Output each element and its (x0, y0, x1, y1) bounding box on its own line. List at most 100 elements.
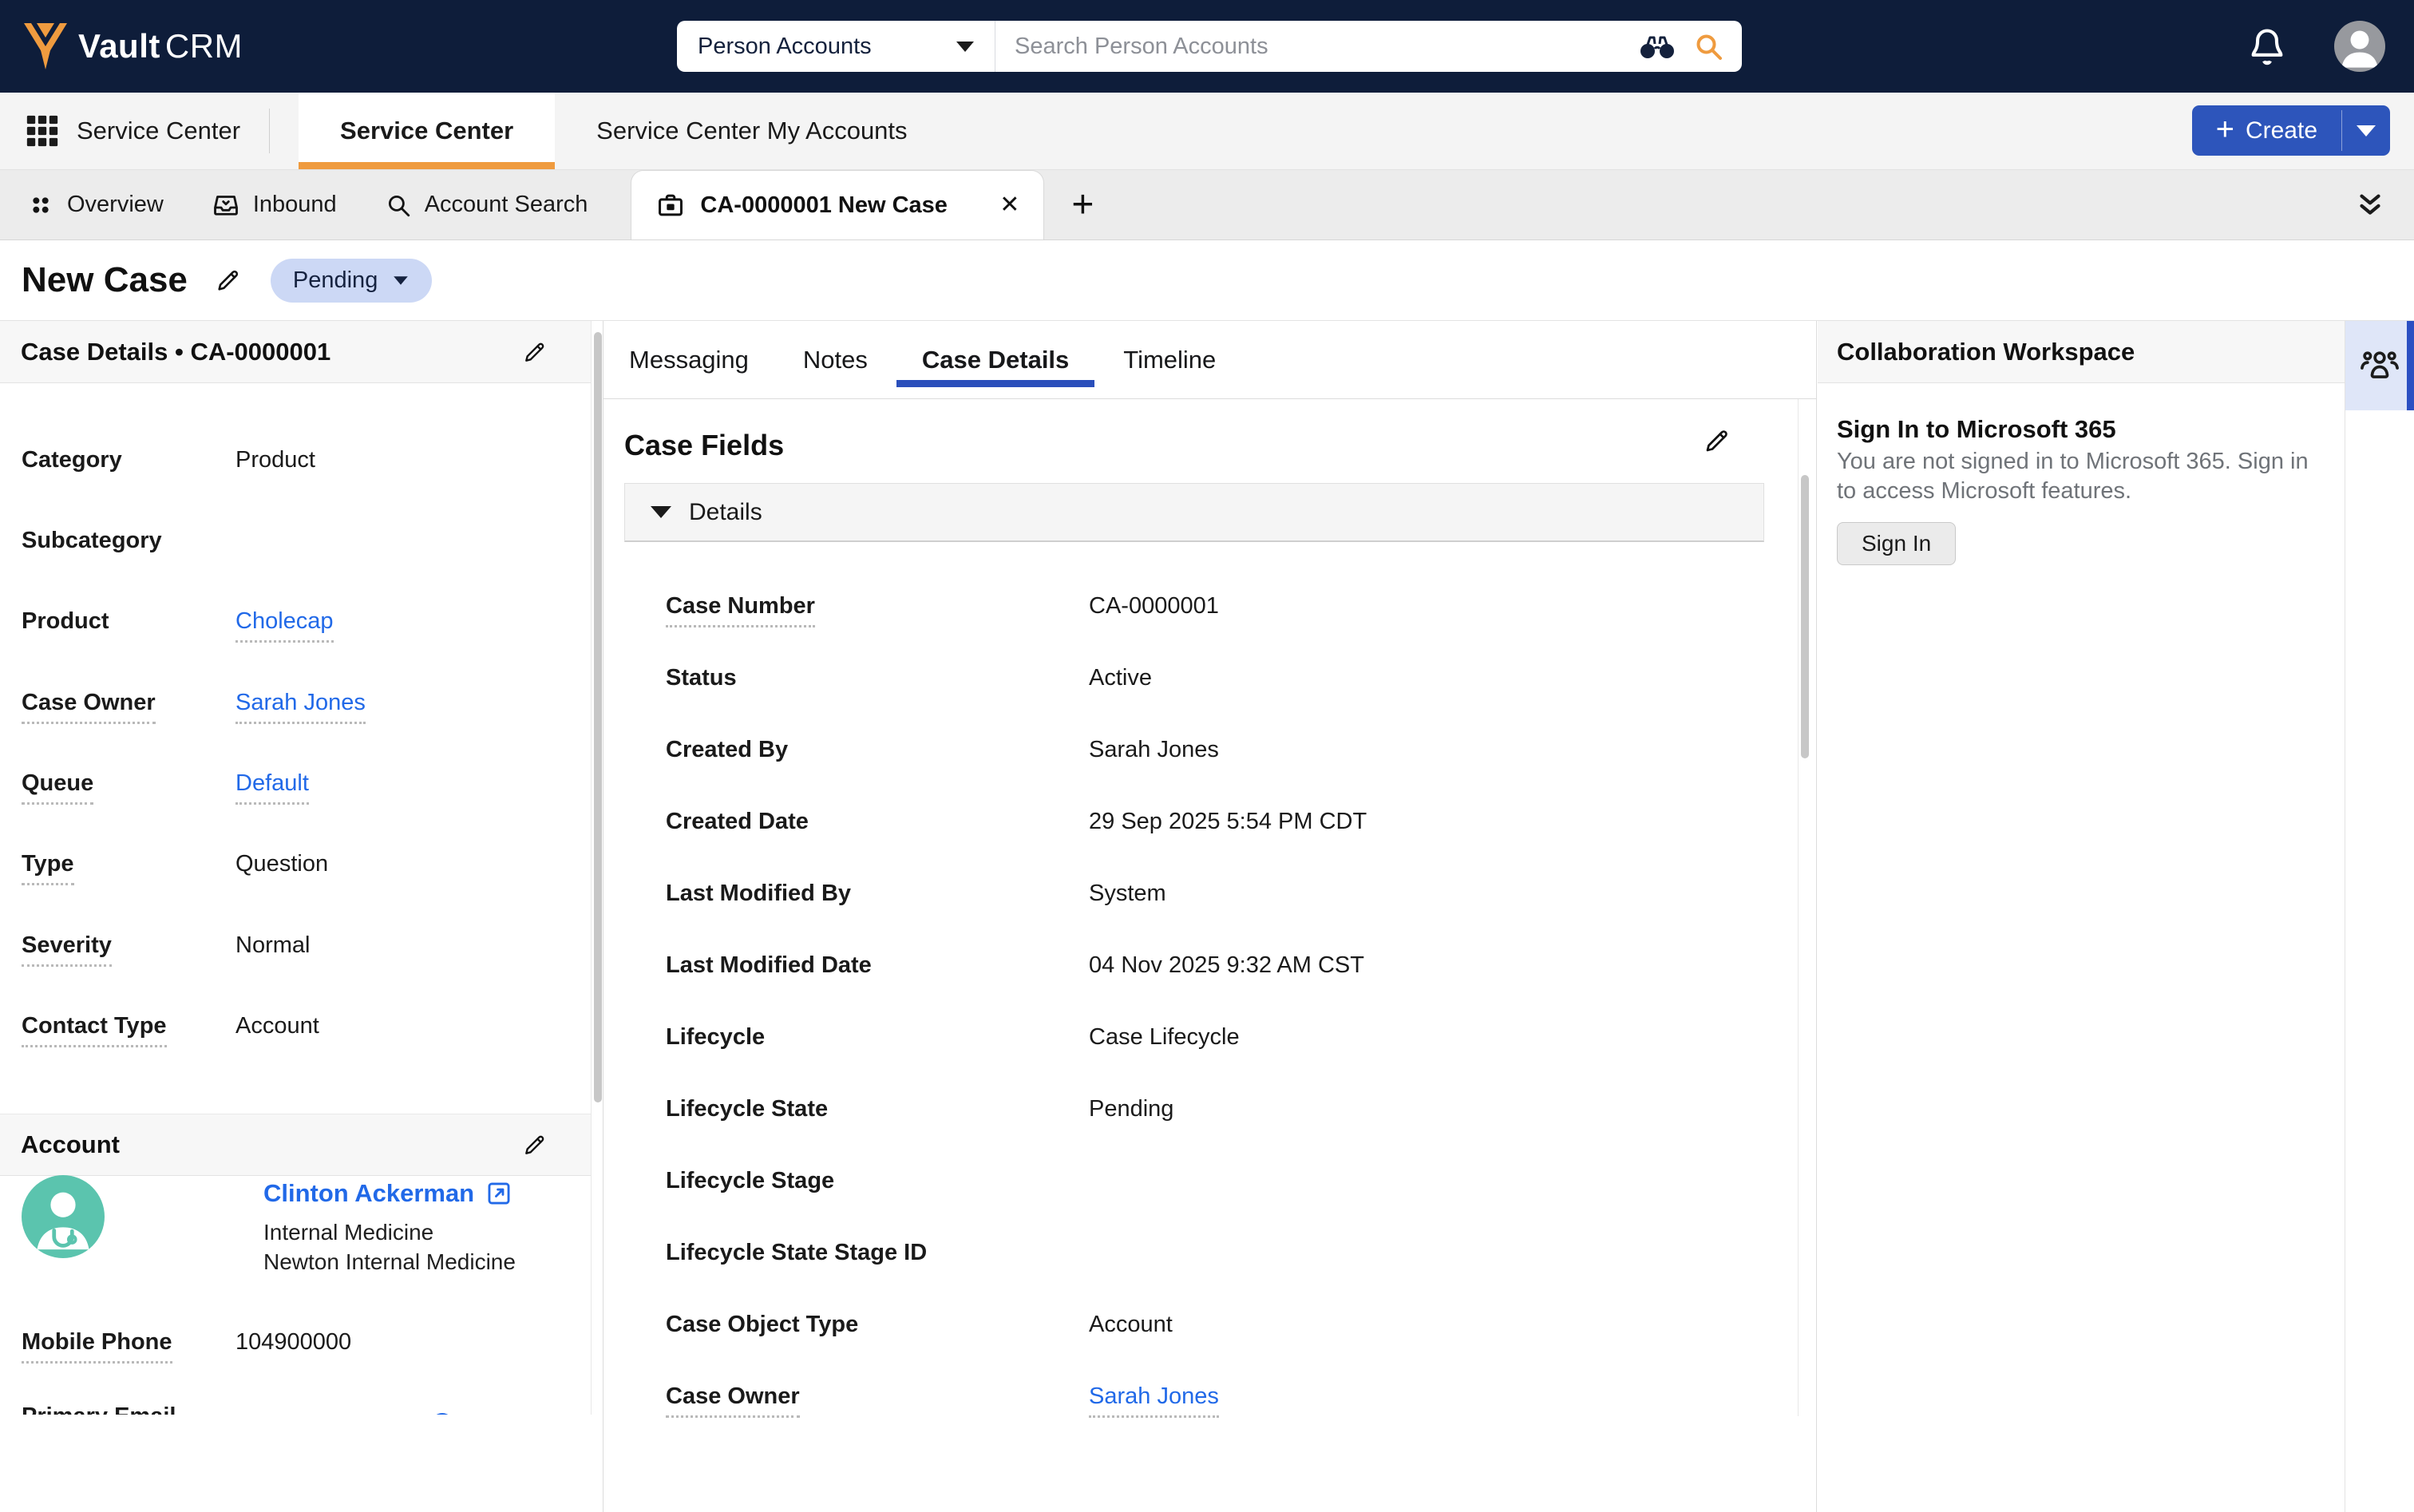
field-label: Case Number (666, 593, 815, 627)
product-link[interactable]: Cholecap (235, 608, 334, 643)
user-avatar[interactable] (2334, 21, 2385, 72)
field-label: Lifecycle (666, 1024, 766, 1050)
binoculars-icon[interactable] (1640, 33, 1675, 60)
search-input[interactable] (995, 33, 1640, 60)
scrollbar-thumb[interactable] (594, 332, 602, 1102)
tab-inbound[interactable]: Inbound (188, 170, 361, 239)
collapse-tabs-button[interactable] (2353, 170, 2414, 239)
edit-case-details-button[interactable] (522, 339, 548, 365)
chevron-down-icon (956, 41, 974, 52)
field-value: System (1089, 881, 1166, 906)
content-area: Case Details • CA-0000001 Category Produ… (0, 321, 2414, 1512)
workspace-tab-strip: Overview Inbound Account Search CA-00000… (0, 170, 2414, 240)
field-value: Account (1089, 1312, 1173, 1337)
clipped-link-fragment (431, 1413, 453, 1415)
field-label: Product (22, 608, 109, 634)
queue-link[interactable]: Default (235, 770, 309, 805)
case-tab-label: CA-0000001 New Case (700, 192, 948, 218)
vault-crm-screen: Vault CRM Person Accounts Search Person … (0, 0, 2414, 1512)
account-avatar (22, 1175, 105, 1258)
collaboration-workspace-title: Collaboration Workspace (1837, 337, 2135, 366)
details-accordion-header[interactable]: Details (624, 483, 1764, 542)
search-icon (388, 195, 410, 216)
scrollbar-thumb[interactable] (1801, 475, 1809, 758)
field-label: Case Owner (666, 1383, 800, 1418)
field-value: Sarah Jones (1089, 737, 1219, 762)
field-value: Case Lifecycle (1089, 1024, 1240, 1050)
field-value: CA-0000001 (1089, 593, 1219, 619)
create-split-button: + Create (2191, 105, 2390, 156)
field-label: Case Object Type (666, 1312, 859, 1337)
app-launcher[interactable]: Service Center (0, 93, 269, 169)
notifications-bell-icon[interactable] (2246, 26, 2288, 67)
sign-in-button[interactable]: Sign In (1837, 522, 1957, 565)
double-chevron-down-icon (2360, 194, 2380, 215)
tab-overview[interactable]: Overview (0, 170, 188, 239)
account-section-title: Account (21, 1130, 120, 1158)
case-page-header: New Case Pending (0, 240, 2414, 321)
app-label: Service Center (77, 117, 241, 144)
field-value: 29 Sep 2025 5:54 PM CDT (1089, 809, 1367, 834)
create-button[interactable]: + Create (2192, 105, 2341, 156)
close-icon[interactable]: ✕ (999, 193, 1019, 217)
tab-case-ca-0000001[interactable]: CA-0000001 New Case ✕ (631, 170, 1045, 239)
field-label: Type (22, 851, 74, 885)
case-details-panel-header: Case Details • CA-0000001 (0, 321, 591, 383)
create-dropdown-button[interactable] (2342, 105, 2390, 156)
app-tab-service-center-my-accounts[interactable]: Service Center My Accounts (555, 93, 948, 169)
field-label: Primary Email (22, 1403, 176, 1415)
field-value: Account (235, 1013, 319, 1039)
case-owner-link[interactable]: Sarah Jones (235, 690, 366, 724)
account-name: Clinton Ackerman (263, 1179, 475, 1207)
field-value: Pending (1089, 1096, 1174, 1122)
tab-account-search[interactable]: Account Search (361, 170, 612, 239)
field-label: Queue (22, 770, 94, 805)
edit-case-fields-button[interactable] (1703, 426, 1731, 455)
center-panel-scrollbar (1798, 399, 1810, 1416)
app-tab-service-center[interactable]: Service Center (299, 93, 556, 169)
field-label: Mobile Phone (22, 1329, 172, 1364)
people-icon (2361, 351, 2399, 378)
collaboration-rail-button[interactable] (2345, 321, 2414, 410)
top-navigation-bar: Vault CRM Person Accounts (0, 0, 2414, 93)
case-main-panel: Messaging Notes Case Details Timeline Ca… (604, 321, 1817, 1512)
account-specialty: Internal Medicine (263, 1220, 434, 1245)
tab-timeline[interactable]: Timeline (1118, 321, 1221, 398)
pencil-icon (525, 342, 544, 362)
brand-light: CRM (164, 27, 243, 65)
field-label: Subcategory (22, 528, 162, 553)
add-tab-button[interactable]: + (1044, 170, 1121, 239)
tab-notes[interactable]: Notes (798, 321, 873, 398)
vault-logo-icon (24, 23, 67, 69)
field-label: Contact Type (22, 1013, 167, 1047)
edit-account-button[interactable] (522, 1132, 548, 1158)
field-label: Last Modified Date (666, 952, 872, 978)
search-submit-icon[interactable] (1692, 30, 1724, 62)
plus-icon: + (2215, 111, 2234, 147)
overview-dots-icon (33, 196, 49, 213)
case-details-panel: Case Details • CA-0000001 Category Produ… (0, 321, 604, 1512)
status-badge-label: Pending (292, 267, 378, 293)
brand-bold: Vault (78, 27, 160, 65)
tab-messaging[interactable]: Messaging (624, 321, 754, 398)
case-owner-link[interactable]: Sarah Jones (1089, 1383, 1219, 1418)
tab-overview-label: Overview (67, 192, 164, 217)
field-value: Question (235, 851, 329, 877)
search-scope-select[interactable]: Person Accounts (677, 21, 995, 72)
chevron-down-icon (394, 275, 409, 285)
caret-down-icon (651, 506, 671, 518)
field-label: Category (22, 447, 122, 473)
waffle-grid-icon (26, 115, 58, 147)
field-label: Created Date (666, 809, 809, 834)
account-name-link[interactable]: Clinton Ackerman (263, 1179, 512, 1208)
status-badge[interactable]: Pending (270, 258, 433, 303)
account-section-header: Account (0, 1114, 591, 1176)
tab-case-details[interactable]: Case Details (896, 321, 1095, 398)
field-label: Last Modified By (666, 881, 852, 906)
briefcase-icon (659, 194, 683, 216)
case-details-panel-title: Case Details • CA-0000001 (21, 337, 331, 366)
edit-title-button[interactable] (215, 267, 242, 294)
field-label: Case Owner (22, 690, 156, 724)
right-side-rail (2345, 321, 2414, 1512)
case-tabs: Messaging Notes Case Details Timeline (604, 321, 1816, 399)
